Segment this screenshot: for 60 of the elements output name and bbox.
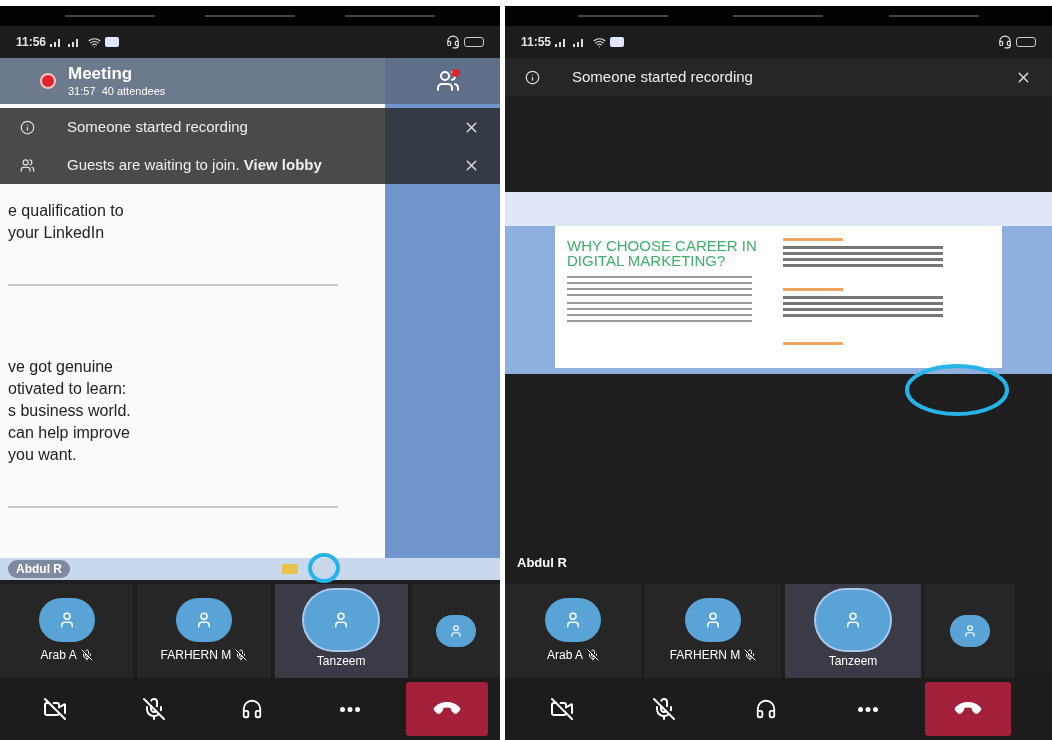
headphones-icon [240,698,263,720]
participant-name: Arab A [40,647,77,664]
wifi-icon [88,35,102,49]
info-icon [525,69,540,85]
document-text: your LinkedIn [7,223,106,243]
avatar-icon [685,598,741,642]
notification-icon [105,37,120,47]
more-icon [340,706,361,712]
presenter-name: Abdul R [8,560,70,578]
battery-icon [464,37,484,47]
participant-name: Tanzeem [828,653,878,670]
headset-icon [446,35,460,49]
slide-heading: WHY CHOOSE CAREER IN DIGITAL MARKETING? [567,238,758,268]
camera-off-icon [43,697,68,721]
participant-name: Arab A [547,647,583,664]
clock-time: 11:56 [16,34,47,51]
participant-name: FARHERN M [160,647,232,664]
wifi-icon [593,35,607,49]
avatar-icon [175,598,232,642]
hang-up-button[interactable] [925,682,1011,736]
participant-tile[interactable]: Arab A [505,584,641,678]
document-text: ve got genuine [7,357,114,377]
mic-off-icon [652,697,676,721]
meeting-subtitle: 31:57 40 attendees [68,84,166,98]
annotation-circle [306,552,342,586]
headset-icon [998,35,1012,49]
participants-button[interactable] [436,69,460,93]
banner-text: Someone started recording [572,66,754,87]
avatar-icon [950,615,990,647]
hang-up-button[interactable] [405,682,489,736]
notification-icon [610,37,625,47]
clock-time: 11:55 [521,34,552,51]
meeting-title: Meeting [68,64,134,84]
participant-tile[interactable]: FARHERN M [137,584,271,678]
document-text: you want. [7,445,78,465]
avatar-icon [545,598,601,642]
document-text: can help improve [7,423,131,443]
participant-tile[interactable]: Tanzeem [274,584,408,678]
document-text: s business world. [7,401,132,421]
participant-name: Tanzeem [316,653,366,670]
headphones-icon [755,698,777,720]
people-icon [20,157,35,173]
participant-tile[interactable]: Tanzeem [785,584,921,678]
banner-text: Someone started recording [67,116,249,137]
participant-tile[interactable] [925,584,1015,678]
participant-name: FARHERN M [669,647,741,664]
document-text: e qualification to [7,201,125,221]
mic-off-icon [141,697,166,721]
info-icon [20,119,35,135]
participant-tile[interactable]: FARHERN M [645,584,781,678]
more-icon [858,706,878,712]
avatar-icon [435,615,476,647]
participant-tile[interactable]: Arab A [0,584,134,678]
camera-off-icon [550,697,574,721]
document-text: otivated to learn: [7,379,128,399]
presenter-name: Abdul R [516,553,568,572]
battery-icon [1016,37,1036,47]
avatar-icon [38,598,95,642]
participant-tile[interactable] [411,584,500,678]
banner-text: Guests are waiting to join. View lobby [67,154,323,175]
